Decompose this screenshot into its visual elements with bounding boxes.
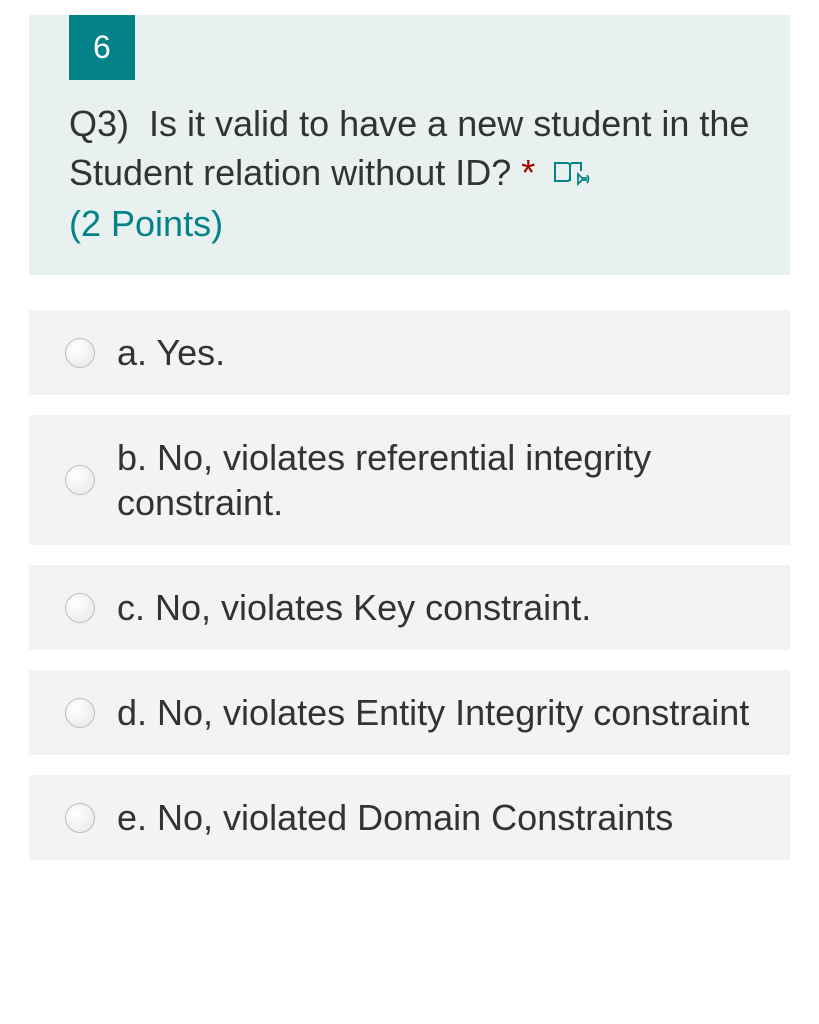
option-label: a. Yes. xyxy=(117,330,225,375)
question-points: (2 Points) xyxy=(69,203,750,245)
radio-icon[interactable] xyxy=(65,803,95,833)
option-label: c. No, violates Key constraint. xyxy=(117,585,591,630)
required-indicator: * xyxy=(521,152,535,193)
radio-icon[interactable] xyxy=(65,698,95,728)
radio-icon[interactable] xyxy=(65,338,95,368)
option-b[interactable]: b. No, violates referential integrity co… xyxy=(29,415,790,545)
question-body: Is it valid to have a new student in the… xyxy=(69,103,749,193)
option-label: e. No, violated Domain Constraints xyxy=(117,795,673,840)
question-prefix: Q3) xyxy=(69,103,129,144)
question-text-wrap: Q3) Is it valid to have a new student in… xyxy=(29,80,790,245)
question-text: Q3) Is it valid to have a new student in… xyxy=(69,100,750,199)
immersive-reader-icon[interactable] xyxy=(553,151,591,200)
option-label: d. No, violates Entity Integrity constra… xyxy=(117,690,749,735)
radio-icon[interactable] xyxy=(65,593,95,623)
option-label: b. No, violates referential integrity co… xyxy=(117,435,760,525)
radio-icon[interactable] xyxy=(65,465,95,495)
options-container: a. Yes. b. No, violates referential inte… xyxy=(29,310,790,860)
option-a[interactable]: a. Yes. xyxy=(29,310,790,395)
option-d[interactable]: d. No, violates Entity Integrity constra… xyxy=(29,670,790,755)
question-number-badge: 6 xyxy=(69,15,135,80)
question-card: 6 Q3) Is it valid to have a new student … xyxy=(29,15,790,275)
option-c[interactable]: c. No, violates Key constraint. xyxy=(29,565,790,650)
option-e[interactable]: e. No, violated Domain Constraints xyxy=(29,775,790,860)
